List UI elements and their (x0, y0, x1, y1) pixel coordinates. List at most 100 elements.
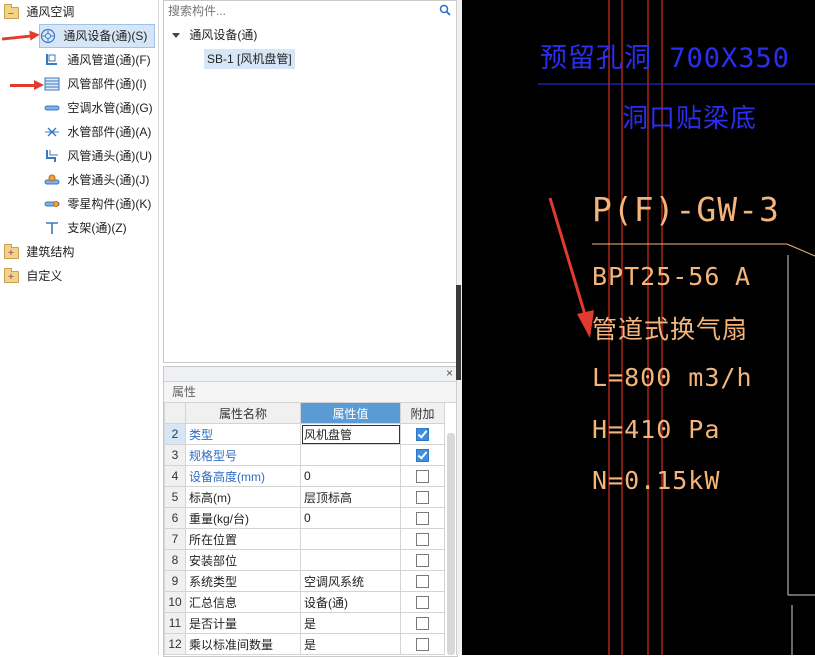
cad-equipment-model-suffix: A (735, 262, 752, 291)
property-value-field[interactable]: 是 (300, 633, 401, 655)
property-extra-cell (400, 444, 445, 466)
tree-item-duct-fitting[interactable]: 风管通头(通)(U) (44, 145, 152, 167)
search-input[interactable] (164, 1, 432, 21)
tree-node-custom[interactable]: 自定义 (4, 265, 62, 289)
cad-drawing-view[interactable]: 预留孔洞 700X350 洞口贴梁底 P(F)-GW-3 BPT25-56 A … (462, 0, 815, 655)
property-name: 乘以标准间数量 (185, 633, 301, 655)
attach-checkbox[interactable] (416, 638, 429, 652)
tree-item-label: 空调水管(通)(G) (67, 101, 153, 115)
property-row[interactable]: 2 类型 风机盘管 (164, 423, 445, 445)
property-value-field[interactable]: 设备(通) (300, 591, 401, 613)
tree-item-duct-component[interactable]: 风管部件(通)(I) (44, 73, 147, 95)
duct-component-icon (44, 77, 60, 92)
property-row[interactable]: 11 是否计量是 (164, 612, 445, 634)
property-row[interactable]: 7 所在位置 (164, 528, 445, 550)
tree-item-ac-water-pipe[interactable]: 空调水管(通)(G) (44, 97, 153, 119)
attach-checkbox[interactable] (416, 617, 429, 631)
component-list: 通风设备(通) SB-1 [风机盘管] (163, 22, 458, 363)
property-value-field[interactable] (300, 528, 401, 550)
attach-checkbox[interactable] (416, 491, 429, 505)
tree-item-label: 水管部件(通)(A) (67, 125, 152, 139)
property-value-field[interactable]: 空调风系统 (300, 570, 401, 592)
tree-node-hvac[interactable]: 通风空调 (4, 1, 75, 25)
row-number: 2 (164, 423, 186, 445)
tree-item-bracket[interactable]: 支架(通)(Z) (44, 217, 127, 239)
component-group[interactable]: 通风设备(通) (172, 25, 257, 45)
property-row[interactable]: 4 设备高度(mm) 0 (164, 465, 445, 487)
property-name: 设备高度(mm) (185, 465, 301, 487)
cad-note-opening-under-beam: 洞口贴梁底 (622, 104, 758, 134)
misc-component-icon (44, 198, 60, 212)
row-number: 11 (164, 612, 186, 634)
property-extra-cell (400, 549, 445, 571)
tree-item-label: 水管通头(通)(J) (67, 173, 150, 187)
tree-item-pipe-component[interactable]: 水管部件(通)(A) (44, 121, 151, 143)
search-icon[interactable] (439, 4, 451, 19)
attach-checkbox[interactable] (416, 575, 429, 589)
property-value-field[interactable]: 0 (300, 507, 401, 529)
cad-equipment-tag: P(F)-GW-3 (592, 190, 780, 229)
property-value-field[interactable]: 层顶标高 (300, 486, 401, 508)
property-value-field[interactable]: 0 (300, 465, 401, 487)
close-icon[interactable]: × (446, 366, 453, 380)
property-extra-cell (400, 465, 445, 487)
cad-airflow: L=800 m3/h (592, 363, 753, 392)
duct-fitting-icon (44, 149, 60, 164)
component-item-label: SB-1 [风机盘管] (207, 52, 292, 66)
fan-device-icon (40, 28, 56, 44)
attach-checkbox[interactable] (416, 554, 429, 568)
attach-checkbox[interactable] (416, 470, 429, 484)
property-name: 系统类型 (185, 570, 301, 592)
property-row[interactable]: 3 规格型号 (164, 444, 445, 466)
collapse-triangle-icon[interactable] (172, 33, 180, 39)
property-row[interactable]: 5 标高(m) 层顶标高 (164, 486, 445, 508)
row-number: 7 (164, 528, 186, 550)
tree-item-ventilation-equipment[interactable]: 通风设备(通)(S) (39, 24, 155, 48)
component-item-sb1[interactable]: SB-1 [风机盘管] (204, 49, 295, 69)
property-value-field[interactable] (300, 549, 401, 571)
attach-checkbox[interactable] (416, 428, 429, 442)
property-value-field[interactable]: 是 (300, 612, 401, 634)
property-name: 安装部位 (185, 549, 301, 571)
property-value-field[interactable] (300, 444, 401, 466)
folder-open-icon[interactable] (4, 3, 19, 25)
folder-closed-icon[interactable] (4, 267, 19, 289)
property-value-header[interactable]: 属性值 (300, 402, 401, 424)
tree-item-label: 风管部件(通)(I) (67, 77, 147, 91)
property-row[interactable]: 12 乘以标准间数量是 (164, 633, 445, 655)
tree-item-duct[interactable]: 通风管道(通)(F) (44, 49, 151, 71)
property-value-field[interactable]: 风机盘管 (300, 423, 401, 445)
row-number: 3 (164, 444, 186, 466)
tree-item-misc-component[interactable]: 零星构件(通)(K) (44, 193, 151, 215)
tree-item-label: 支架(通)(Z) (67, 221, 127, 235)
property-extra-header[interactable]: 附加 (400, 402, 445, 424)
folder-closed-icon[interactable] (4, 243, 19, 265)
tree-node-building-structure[interactable]: 建筑结构 (4, 241, 75, 265)
property-row[interactable]: 10 汇总信息 设备(通) (164, 591, 445, 613)
annotation-arrow (10, 80, 44, 90)
annotation-arrow (1, 34, 33, 41)
property-name: 所在位置 (185, 528, 301, 550)
cad-equipment-name: 管道式换气扇 (592, 315, 749, 344)
property-row[interactable]: 6 重量(kg/台) 0 (164, 507, 445, 529)
row-number: 10 (164, 591, 186, 613)
property-scrollbar[interactable] (447, 433, 455, 655)
tree-node-label: 通风空调 (26, 5, 75, 19)
property-row[interactable]: 8 安装部位 (164, 549, 445, 571)
splitter-grip[interactable] (456, 285, 461, 380)
row-number: 9 (164, 570, 186, 592)
row-number-header (164, 402, 186, 424)
cad-power: N=0.15kW (592, 466, 721, 495)
property-row[interactable]: 9 系统类型 空调风系统 (164, 570, 445, 592)
attach-checkbox[interactable] (416, 512, 429, 526)
attach-checkbox[interactable] (416, 449, 429, 463)
cad-equipment-model: BPT25-56 (592, 262, 721, 291)
tree-item-pipe-fitting[interactable]: 水管通头(通)(J) (44, 169, 149, 191)
property-extra-cell (400, 612, 445, 634)
pipe-fitting-icon (44, 174, 60, 188)
tree-node-label: 建筑结构 (26, 245, 75, 259)
attach-checkbox[interactable] (416, 596, 429, 610)
component-search (163, 0, 458, 24)
property-name-header[interactable]: 属性名称 (185, 402, 301, 424)
attach-checkbox[interactable] (416, 533, 429, 547)
